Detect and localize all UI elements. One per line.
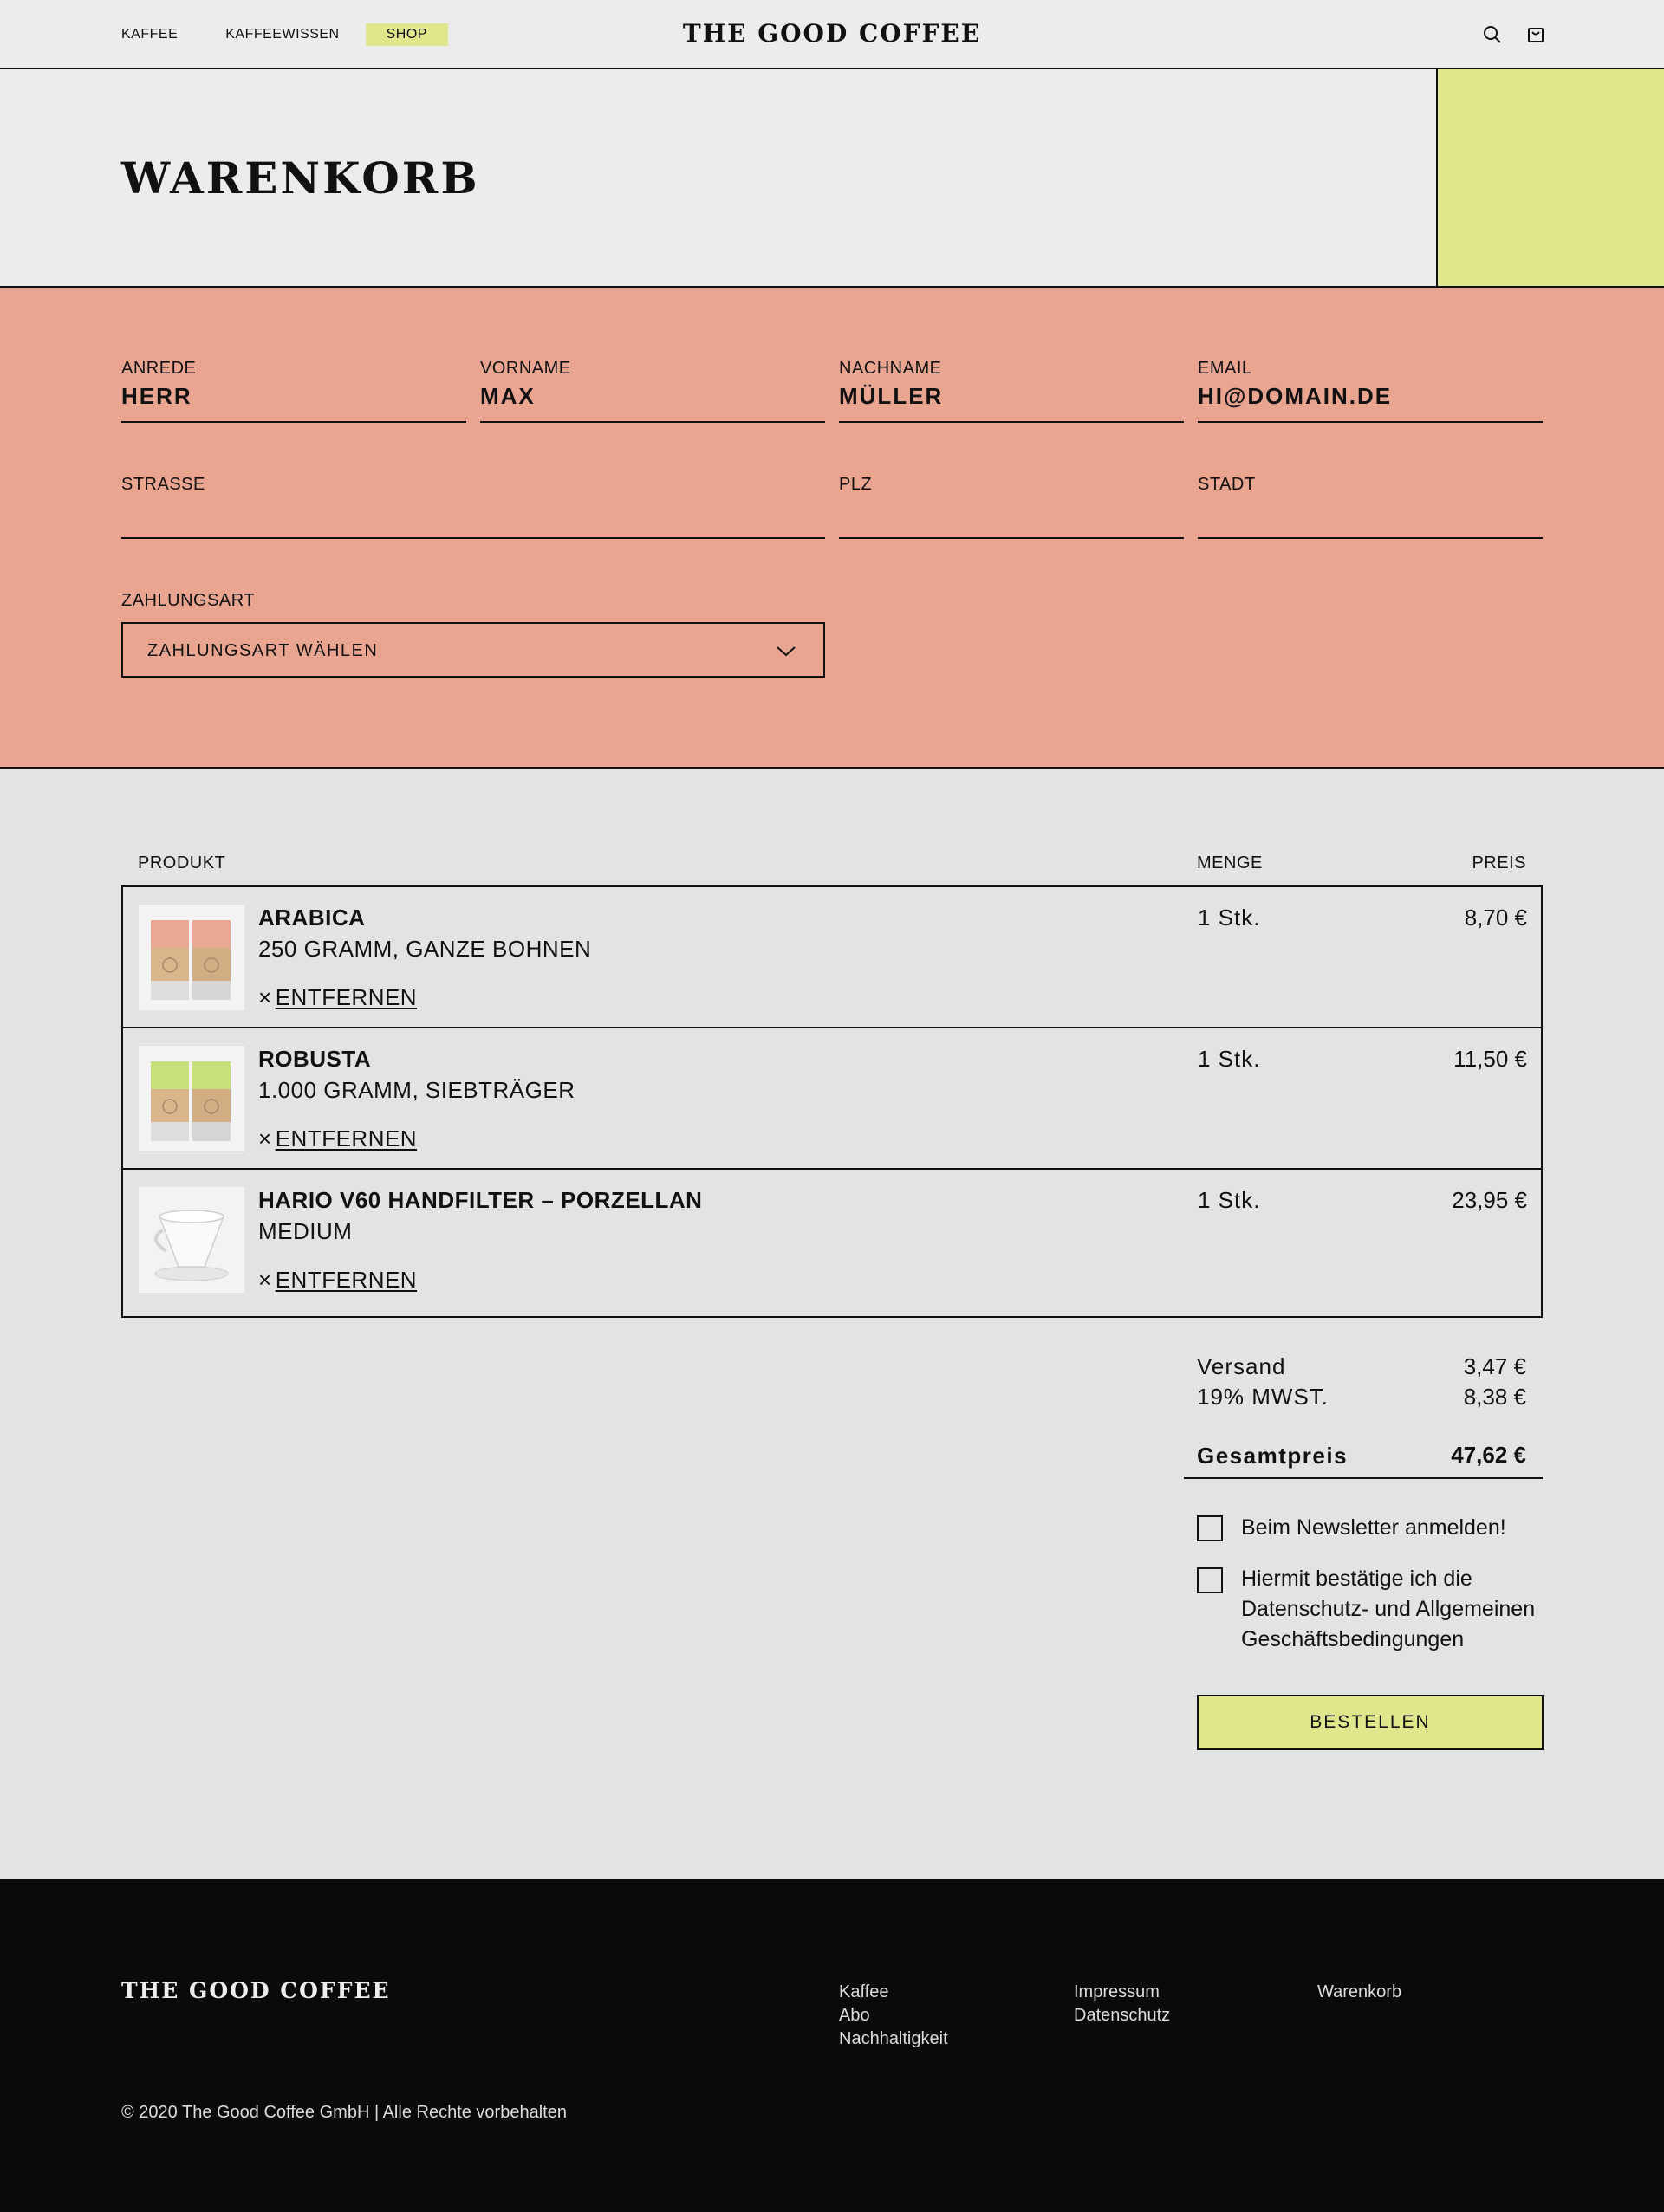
site-header: KAFFEE KAFFEEWISSEN SHOP THE GOOD COFFEE xyxy=(0,0,1664,69)
remove-x-icon: × xyxy=(258,1125,272,1151)
page-title: WARENKORB xyxy=(121,152,480,204)
remove-button[interactable]: × ENTFERNEN xyxy=(258,1267,417,1294)
product-price: 23,95 € xyxy=(1452,1187,1527,1213)
newsletter-checkbox[interactable] xyxy=(1197,1515,1223,1541)
product-price: 8,70 € xyxy=(1464,905,1527,931)
product-name[interactable]: HARIO V60 HANDFILTER – PORZELLAN xyxy=(258,1187,702,1214)
vorname-field[interactable]: VORNAME MAX xyxy=(480,359,825,423)
chevron-down-icon xyxy=(777,646,796,657)
nachname-value[interactable]: MÜLLER xyxy=(839,383,943,410)
table-row: HARIO V60 HANDFILTER – PORZELLAN MEDIUM … xyxy=(123,1170,1541,1311)
field-underline xyxy=(1198,421,1543,423)
remove-button[interactable]: × ENTFERNEN xyxy=(258,1125,417,1152)
footer-link-datenschutz[interactable]: Datenschutz xyxy=(1074,2004,1170,2027)
table-row: ROBUSTA 1.000 GRAMM, SIEBTRÄGER × ENTFERN… xyxy=(123,1028,1541,1170)
vat-label: 19% MWST. xyxy=(1197,1384,1329,1410)
terms-checkbox[interactable] xyxy=(1197,1567,1223,1593)
footer-col-cart: Warenkorb xyxy=(1317,1981,1401,2004)
field-underline xyxy=(1198,537,1543,539)
anrede-field[interactable]: ANREDE HERR xyxy=(121,359,466,423)
shipping-label: Versand xyxy=(1197,1353,1286,1379)
shipping-value: 3,47 € xyxy=(1463,1353,1526,1379)
product-name[interactable]: ARABICA xyxy=(258,905,365,931)
remove-label[interactable]: ENTFERNEN xyxy=(276,984,417,1010)
plz-field[interactable]: PLZ xyxy=(839,475,1184,539)
product-qty: 1 Stk. xyxy=(1198,905,1261,931)
zahlungsart-label: ZAHLUNGSART xyxy=(121,591,256,610)
remove-label[interactable]: ENTFERNEN xyxy=(276,1267,417,1293)
header-product: PRODUKT xyxy=(138,853,226,872)
header-price: PREIS xyxy=(1472,853,1526,872)
vat-value: 8,38 € xyxy=(1463,1384,1526,1410)
vorname-value[interactable]: MAX xyxy=(480,383,536,410)
payment-method-select[interactable]: ZAHLUNGSART WÄHLEN xyxy=(121,622,825,678)
payment-method-value: ZAHLUNGSART WÄHLEN xyxy=(147,641,379,660)
product-variant: MEDIUM xyxy=(258,1218,353,1244)
email-label: EMAIL xyxy=(1198,359,1252,378)
hero-accent-block xyxy=(1436,69,1664,286)
site-logo[interactable]: THE GOOD COFFEE xyxy=(0,19,1664,48)
footer-col-shop: Kaffee Abo Nachhaltigkeit xyxy=(839,1981,948,2051)
footer-link-kaffee[interactable]: Kaffee xyxy=(839,1981,948,2004)
footer-link-impressum[interactable]: Impressum xyxy=(1074,1981,1170,2004)
remove-x-icon: × xyxy=(258,1267,272,1293)
product-image-robusta[interactable] xyxy=(139,1046,244,1151)
footer-copyright: © 2020 The Good Coffee GmbH | Alle Recht… xyxy=(121,2103,567,2122)
checkout-form: ANREDE HERR VORNAME MAX NACHNAME MÜLLER … xyxy=(0,288,1664,769)
footer-col-legal: Impressum Datenschutz xyxy=(1074,1981,1170,2027)
remove-x-icon: × xyxy=(258,984,272,1010)
footer-logo[interactable]: THE GOOD COFFEE xyxy=(121,1978,391,2003)
order-button[interactable]: BESTELLEN xyxy=(1197,1695,1544,1750)
cart-table: ARABICA 250 GRAMM, GANZE BOHNEN × ENTFERN… xyxy=(121,885,1543,1318)
remove-button[interactable]: × ENTFERNEN xyxy=(258,984,417,1011)
total-divider xyxy=(1184,1477,1543,1479)
anrede-value[interactable]: HERR xyxy=(121,383,192,410)
anrede-label: ANREDE xyxy=(121,359,197,378)
site-footer: THE GOOD COFFEE Kaffee Abo Nachhaltigkei… xyxy=(0,1879,1664,2212)
field-underline xyxy=(839,537,1184,539)
product-variant: 250 GRAMM, GANZE BOHNEN xyxy=(258,936,592,962)
nachname-label: NACHNAME xyxy=(839,359,942,378)
shopping-bag-icon[interactable] xyxy=(1525,24,1546,45)
nachname-field[interactable]: NACHNAME MÜLLER xyxy=(839,359,1184,423)
terms-label[interactable]: Hiermit bestätige ich die Datenschutz- u… xyxy=(1241,1564,1544,1655)
footer-link-abo[interactable]: Abo xyxy=(839,2004,948,2027)
product-qty: 1 Stk. xyxy=(1198,1046,1261,1072)
product-name[interactable]: ROBUSTA xyxy=(258,1046,371,1073)
search-icon[interactable] xyxy=(1482,24,1503,45)
table-row: ARABICA 250 GRAMM, GANZE BOHNEN × ENTFERN… xyxy=(123,887,1541,1028)
header-qty: MENGE xyxy=(1197,853,1263,872)
field-underline xyxy=(121,537,825,539)
product-price: 11,50 € xyxy=(1453,1046,1527,1072)
newsletter-label[interactable]: Beim Newsletter anmelden! xyxy=(1241,1513,1544,1543)
hero-section: WARENKORB xyxy=(0,69,1664,288)
vorname-label: VORNAME xyxy=(480,359,571,378)
field-underline xyxy=(121,421,466,423)
product-image-hario-v60[interactable] xyxy=(139,1187,244,1293)
field-underline xyxy=(839,421,1184,423)
remove-label[interactable]: ENTFERNEN xyxy=(276,1125,417,1151)
field-underline xyxy=(480,421,825,423)
plz-label: PLZ xyxy=(839,475,873,494)
zahlungsart-label-wrap: ZAHLUNGSART xyxy=(121,591,825,611)
product-qty: 1 Stk. xyxy=(1198,1187,1261,1213)
product-image-arabica[interactable] xyxy=(139,905,244,1010)
email-value[interactable]: HI@DOMAIN.DE xyxy=(1198,383,1392,410)
product-variant: 1.000 GRAMM, SIEBTRÄGER xyxy=(258,1077,575,1103)
total-label: Gesamtpreis xyxy=(1197,1443,1349,1469)
email-field[interactable]: EMAIL HI@DOMAIN.DE xyxy=(1198,359,1543,423)
stadt-field[interactable]: STADT xyxy=(1198,475,1543,539)
total-value: 47,62 € xyxy=(1451,1442,1526,1468)
strasse-field[interactable]: STRASSE xyxy=(121,475,825,539)
strasse-label: STRASSE xyxy=(121,475,205,494)
footer-link-warenkorb[interactable]: Warenkorb xyxy=(1317,1981,1401,2004)
footer-link-nachhaltigkeit[interactable]: Nachhaltigkeit xyxy=(839,2027,948,2051)
stadt-label: STADT xyxy=(1198,475,1256,494)
